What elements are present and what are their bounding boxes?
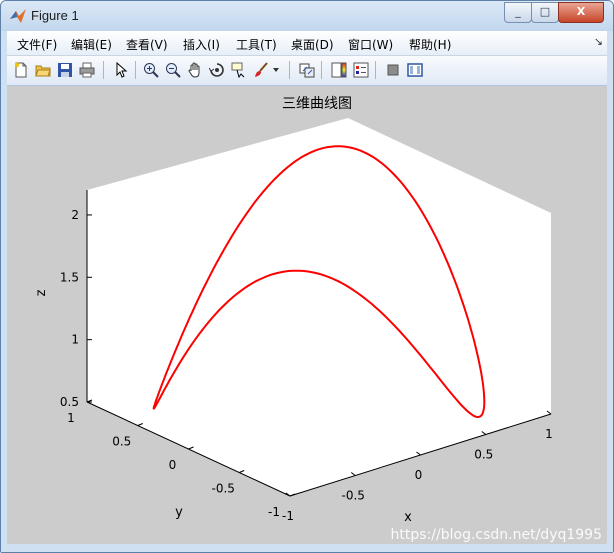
legend-icon[interactable] xyxy=(351,60,371,80)
menu-desktop[interactable]: 桌面(D) xyxy=(291,36,334,53)
show-plot-tools-icon[interactable] xyxy=(405,60,425,80)
axes-box-face xyxy=(87,118,551,496)
toolbar-separator xyxy=(103,61,104,79)
menu-bar: 文件(F) 编辑(E) 查看(V) 插入(I) 工具(T) 桌面(D) 窗口(W… xyxy=(7,31,607,56)
maximize-icon: □ xyxy=(539,5,551,18)
toolbar-separator xyxy=(289,61,290,79)
watermark: https://blog.csdn.net/dyq1995 xyxy=(391,527,602,543)
save-icon[interactable] xyxy=(55,60,75,80)
zoom-in-icon[interactable] xyxy=(141,60,161,80)
pan-hand-icon[interactable] xyxy=(185,60,205,80)
menu-file[interactable]: 文件(F) xyxy=(17,36,57,53)
z-axis-label: z xyxy=(34,289,49,296)
menu-insert[interactable]: 插入(I) xyxy=(183,36,220,53)
colorbar-icon[interactable] xyxy=(329,60,349,80)
data-cursor-icon[interactable] xyxy=(229,60,249,80)
x-tick-label: 0.5 xyxy=(474,448,493,462)
window-bottom-border xyxy=(1,544,613,552)
open-file-icon[interactable] xyxy=(33,60,53,80)
hide-plot-tools-icon[interactable] xyxy=(383,60,403,80)
figure-toolbar xyxy=(7,56,607,86)
x-tick-label: 0 xyxy=(415,468,423,482)
toolbar-separator xyxy=(135,61,136,79)
dock-arrow-icon[interactable]: ↘ xyxy=(594,35,603,48)
3d-line-plot[interactable]: 三维曲线图 -1 -0.5 0 0.5 1 1 0.5 0 -0.5 -1 0.5 1 1.5 2 x y… xyxy=(7,86,607,544)
menu-tools[interactable]: 工具(T) xyxy=(236,36,277,53)
window-title: Figure 1 xyxy=(31,8,79,23)
x-tick-label: -1 xyxy=(282,509,294,523)
x-tick-label: -0.5 xyxy=(342,489,365,503)
y-tick-label: 1 xyxy=(67,411,75,425)
z-tick-label: 1.5 xyxy=(60,270,79,284)
figure-canvas: 三维曲线图 -1 -0.5 0 0.5 1 1 0.5 0 -0.5 -1 0.5 1 1.5 2 x y… xyxy=(7,86,607,544)
y-tick-label: -1 xyxy=(268,505,280,519)
brush-dropdown-icon[interactable] xyxy=(271,60,281,80)
y-tick-label: 0.5 xyxy=(112,435,131,449)
print-icon[interactable] xyxy=(77,60,97,80)
minimize-icon: _ xyxy=(515,5,521,18)
z-tick-label: 0.5 xyxy=(60,395,79,409)
x-axis-label: x xyxy=(404,510,412,525)
select-arrow-icon[interactable] xyxy=(111,60,131,80)
y-tick-label: 0 xyxy=(169,458,177,472)
zoom-out-icon[interactable] xyxy=(163,60,183,80)
figure-window: Figure 1 _ □ X 文件(F) 编辑(E) 查看(V) 插入(I) 工… xyxy=(0,0,614,553)
brush-icon[interactable] xyxy=(251,60,271,80)
y-tick-label: -0.5 xyxy=(212,482,235,496)
menu-view[interactable]: 查看(V) xyxy=(126,36,168,53)
maximize-button[interactable]: □ xyxy=(531,2,559,23)
x-tick-label: 1 xyxy=(545,427,553,441)
y-axis-label: y xyxy=(175,505,183,520)
z-tick-label: 2 xyxy=(71,208,79,222)
close-button[interactable]: X xyxy=(558,2,604,23)
z-tick-label: 1 xyxy=(71,333,79,347)
menu-window[interactable]: 窗口(W) xyxy=(348,36,393,53)
menu-help[interactable]: 帮助(H) xyxy=(409,36,451,53)
title-bar[interactable]: Figure 1 _ □ X xyxy=(1,1,613,31)
close-icon: X xyxy=(576,5,586,18)
rotate-3d-icon[interactable] xyxy=(207,60,227,80)
new-figure-icon[interactable] xyxy=(11,60,31,80)
matlab-logo-icon xyxy=(10,9,26,23)
toolbar-separator xyxy=(321,61,322,79)
toolbar-separator xyxy=(375,61,376,79)
link-plot-icon[interactable] xyxy=(297,60,317,80)
chart-title: 三维曲线图 xyxy=(282,96,352,112)
minimize-button[interactable]: _ xyxy=(504,2,532,23)
menu-edit[interactable]: 编辑(E) xyxy=(71,36,112,53)
